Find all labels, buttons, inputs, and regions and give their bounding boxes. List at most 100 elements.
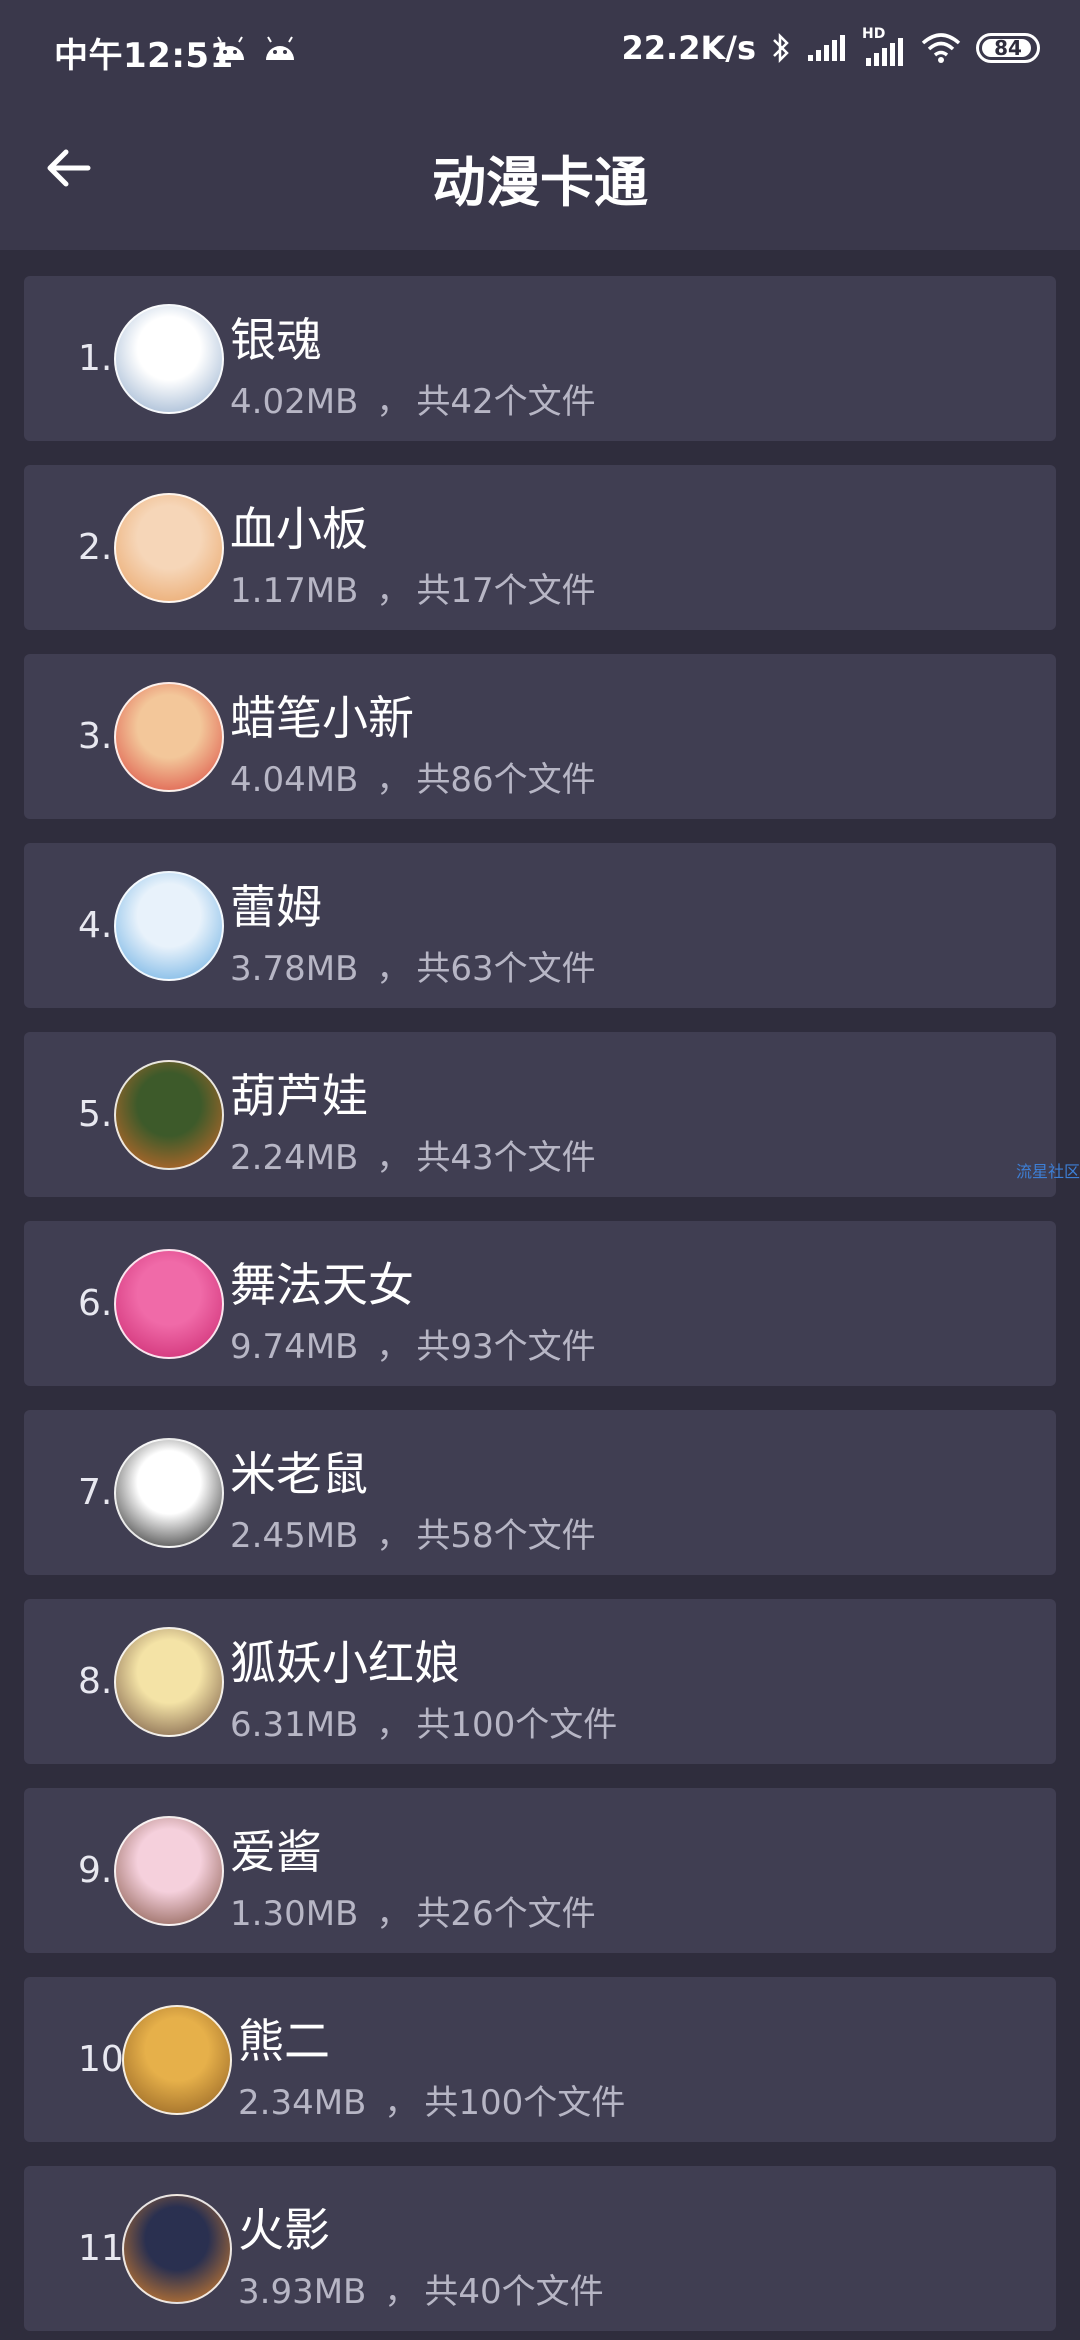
list-item[interactable]: 4. 蕾姆 3.78MB ，共63个文件 xyxy=(24,843,1056,1008)
list-item[interactable]: 2. 血小板 1.17MB ，共17个文件 xyxy=(24,465,1056,630)
item-meta: 9.74MB ，共93个文件 xyxy=(230,1319,596,1368)
item-separator: ， xyxy=(376,1327,411,1367)
item-index: 5. xyxy=(78,1094,113,1135)
item-avatar xyxy=(122,2005,232,2115)
battery-level: 84 xyxy=(994,36,1022,60)
item-meta: 2.45MB ，共58个文件 xyxy=(230,1508,596,1557)
list-item[interactable]: 8. 狐妖小红娘 6.31MB ，共100个文件 xyxy=(24,1599,1056,1764)
item-name: 熊二 xyxy=(238,2014,330,2068)
item-size: 6.31MB xyxy=(230,1705,359,1745)
status-bar: 中午12:51 22.2K/s HD 84 xyxy=(0,0,1080,100)
item-name: 银魂 xyxy=(230,313,322,367)
item-meta: 1.30MB ，共26个文件 xyxy=(230,1886,596,1935)
item-size: 9.74MB xyxy=(230,1327,359,1367)
item-separator: ， xyxy=(376,1705,411,1745)
page-title: 动漫卡通 xyxy=(432,151,648,214)
item-name: 米老鼠 xyxy=(230,1447,368,1501)
item-meta: 2.34MB ，共100个文件 xyxy=(238,2075,625,2124)
item-size: 3.93MB xyxy=(238,2272,367,2312)
item-index: 2. xyxy=(78,527,113,568)
item-index: 9. xyxy=(78,1850,113,1891)
item-size: 3.78MB xyxy=(230,949,359,989)
screen: 中午12:51 22.2K/s HD 84 动漫卡通 1. 银魂 4.02MB … xyxy=(0,0,1080,2340)
item-count: 共40个文件 xyxy=(424,2272,604,2312)
item-name: 蜡笔小新 xyxy=(230,691,414,745)
item-size: 4.02MB xyxy=(230,382,359,422)
item-meta: 6.31MB ，共100个文件 xyxy=(230,1697,617,1746)
item-meta: 2.24MB ，共43个文件 xyxy=(230,1130,596,1179)
item-index: 3. xyxy=(78,716,113,757)
item-count: 共43个文件 xyxy=(416,1138,596,1178)
item-separator: ， xyxy=(384,2083,419,2123)
status-icons: 22.2K/s HD 84 xyxy=(622,26,1040,70)
item-count: 共63个文件 xyxy=(416,949,596,989)
item-meta: 4.02MB ，共42个文件 xyxy=(230,374,596,423)
bluetooth-icon xyxy=(773,32,789,64)
signal-hd-icon: HD xyxy=(862,26,906,66)
item-separator: ， xyxy=(384,2272,419,2312)
item-separator: ， xyxy=(376,571,411,611)
network-speed: 22.2K/s xyxy=(621,29,756,67)
item-name: 舞法天女 xyxy=(230,1258,414,1312)
list-item[interactable]: 1. 银魂 4.02MB ，共42个文件 xyxy=(24,276,1056,441)
item-avatar xyxy=(122,2194,232,2304)
item-meta: 1.17MB ，共17个文件 xyxy=(230,563,596,612)
list-item[interactable]: 9. 爱酱 1.30MB ，共26个文件 xyxy=(24,1788,1056,1953)
item-avatar xyxy=(114,493,224,603)
item-meta: 3.78MB ，共63个文件 xyxy=(230,941,596,990)
item-avatar xyxy=(114,1060,224,1170)
item-size: 1.30MB xyxy=(230,1894,359,1934)
item-name: 狐妖小红娘 xyxy=(230,1636,460,1690)
item-separator: ， xyxy=(376,382,411,422)
android-notification-icon xyxy=(216,36,244,60)
item-count: 共42个文件 xyxy=(416,382,596,422)
watermark: 流星社区 xyxy=(1015,1162,1080,1181)
item-separator: ， xyxy=(376,1516,411,1556)
item-index: 4. xyxy=(78,905,113,946)
item-name: 葫芦娃 xyxy=(230,1069,368,1123)
item-index: 7. xyxy=(78,1472,113,1513)
status-time: 中午12:51 xyxy=(54,36,234,76)
category-list: 1. 银魂 4.02MB，共42个文件 2. 血小板 1.17MB，共17个文件 3. 蜡笔小… xyxy=(24,276,1056,2340)
item-count: 共100个文件 xyxy=(416,1705,618,1745)
item-size: 1.17MB xyxy=(230,571,359,611)
list-item[interactable]: 5. 葫芦娃 2.24MB ，共43个文件 xyxy=(24,1032,1056,1197)
battery-icon: 84 xyxy=(976,33,1040,63)
item-index: 6. xyxy=(78,1283,113,1324)
item-separator: ， xyxy=(376,949,411,989)
list-item[interactable]: 3. 蜡笔小新 4.04MB ，共86个文件 xyxy=(24,654,1056,819)
item-meta: 4.04MB ，共86个文件 xyxy=(230,752,596,801)
item-separator: ， xyxy=(376,760,411,800)
item-avatar xyxy=(114,1438,224,1548)
item-name: 血小板 xyxy=(230,502,368,556)
item-avatar xyxy=(114,871,224,981)
item-separator: ， xyxy=(376,1138,411,1178)
item-name: 蕾姆 xyxy=(230,880,322,934)
item-count: 共93个文件 xyxy=(416,1327,596,1367)
item-meta: 3.93MB ，共40个文件 xyxy=(238,2264,604,2313)
header: 动漫卡通 xyxy=(0,100,1080,250)
list-item[interactable]: 10. 熊二 2.34MB，共100个文件 xyxy=(24,1977,1056,2142)
item-avatar xyxy=(114,1816,224,1926)
signal-icon xyxy=(808,35,845,61)
item-count: 共26个文件 xyxy=(416,1894,596,1934)
item-avatar xyxy=(114,304,224,414)
item-name: 爱酱 xyxy=(230,1825,322,1879)
item-size: 2.24MB xyxy=(230,1138,359,1178)
item-avatar xyxy=(114,1249,224,1359)
item-count: 共17个文件 xyxy=(416,571,596,611)
wifi-icon xyxy=(921,33,961,63)
list-item[interactable]: 11. 火影 3.93MB，共40个文件 xyxy=(24,2166,1056,2331)
item-count: 共86个文件 xyxy=(416,760,596,800)
item-index: 8. xyxy=(78,1661,113,1702)
list-item[interactable]: 6. 舞法天女 9.74MB ，共93个文件 xyxy=(24,1221,1056,1386)
item-avatar xyxy=(114,682,224,792)
android-notification-icon xyxy=(266,36,294,60)
item-index: 1. xyxy=(78,338,113,379)
item-separator: ， xyxy=(376,1894,411,1934)
item-name: 火影 xyxy=(238,2203,330,2257)
item-avatar xyxy=(114,1627,224,1737)
item-size: 4.04MB xyxy=(230,760,359,800)
list-item[interactable]: 7. 米老鼠 2.45MB ，共58个文件 xyxy=(24,1410,1056,1575)
item-count: 共58个文件 xyxy=(416,1516,596,1556)
